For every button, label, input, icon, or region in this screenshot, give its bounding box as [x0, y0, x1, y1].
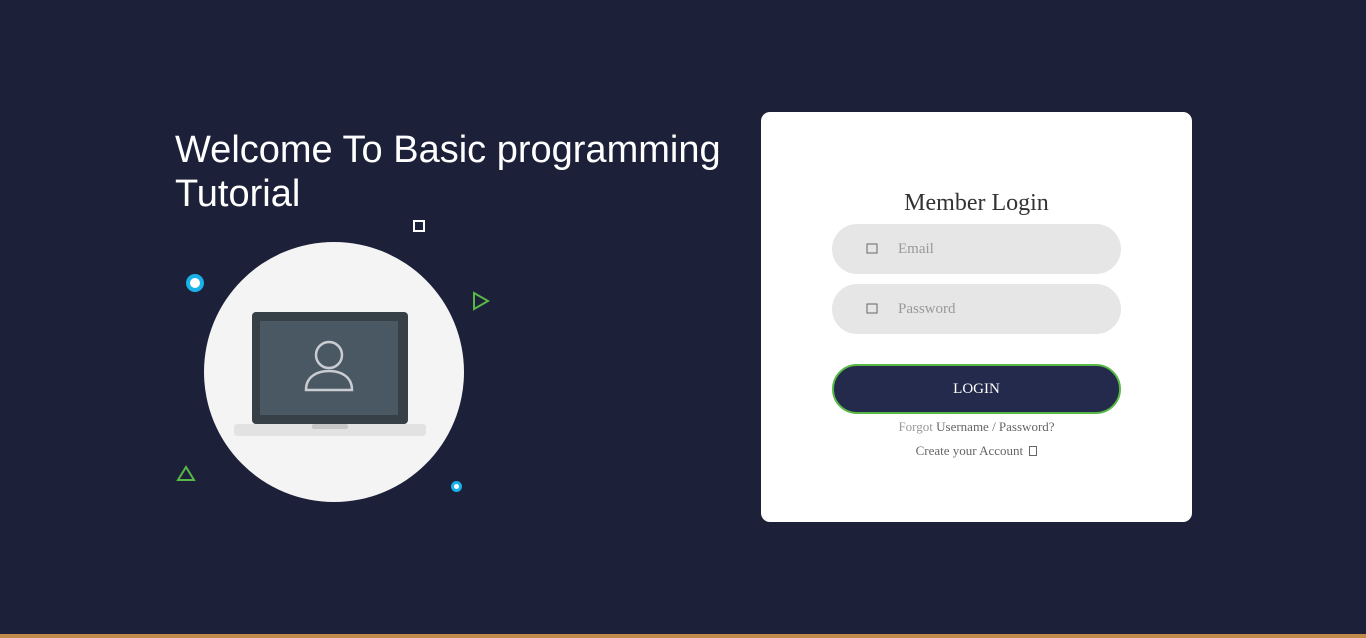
- create-account-row: Create your Account: [761, 443, 1192, 459]
- email-field-wrapper[interactable]: [832, 224, 1121, 274]
- triangle-right-icon: [473, 291, 491, 311]
- password-field[interactable]: [898, 284, 1108, 334]
- taskbar-strip: [0, 634, 1366, 638]
- create-account-link[interactable]: Create your Account: [916, 443, 1038, 458]
- forgot-prefix: Forgot: [898, 419, 933, 434]
- arrow-right-icon: [1029, 446, 1038, 456]
- create-account-label: Create your Account: [915, 443, 1024, 458]
- dot-icon: [451, 481, 462, 492]
- welcome-title-line2: Tutorial: [175, 173, 301, 215]
- illustration: Welcome To Basic programming Tutorial: [0, 0, 760, 638]
- square-icon: [413, 220, 425, 232]
- email-field[interactable]: [898, 224, 1108, 274]
- ring-icon: [186, 274, 204, 292]
- forgot-row: Forgot Username / Password?: [761, 419, 1192, 435]
- login-card: Member Login LOGIN Forgot Username / Pas…: [761, 112, 1192, 522]
- laptop-icon: [234, 312, 426, 436]
- forgot-credentials-link[interactable]: Username / Password?: [936, 419, 1054, 434]
- login-button[interactable]: LOGIN: [832, 364, 1121, 414]
- envelope-icon: [866, 243, 878, 254]
- login-heading: Member Login: [904, 190, 1049, 216]
- triangle-up-icon: [176, 465, 196, 481]
- lock-icon: [866, 303, 878, 314]
- password-field-wrapper[interactable]: [832, 284, 1121, 334]
- welcome-title: Welcome To Basic programming Tutorial: [175, 128, 775, 216]
- welcome-title-line1: Welcome To Basic programming: [175, 129, 721, 171]
